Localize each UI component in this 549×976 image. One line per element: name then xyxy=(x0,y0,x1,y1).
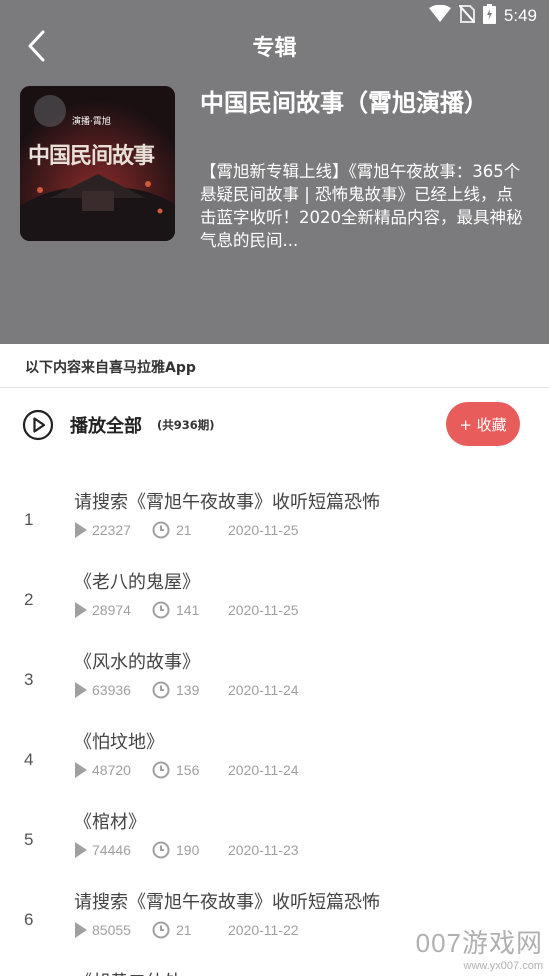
episode-date: 2020-11-25 xyxy=(228,602,299,618)
play-count-icon xyxy=(75,602,87,618)
comment-count: 139 xyxy=(176,682,200,698)
episode-title: 《老八的鬼屋》 xyxy=(74,572,200,593)
episode-date: 2020-11-23 xyxy=(228,842,299,858)
episode-number: 3 xyxy=(24,670,34,689)
play-count: 48720 xyxy=(92,762,131,778)
album-cover[interactable]: 演播·霄旭 中国民间故事 xyxy=(20,86,175,241)
episode-date: 2020-11-24 xyxy=(228,762,299,778)
episode-number: 1 xyxy=(24,510,34,529)
favorite-button[interactable]: + 收藏 xyxy=(446,402,520,446)
list-item[interactable]: 5 《棺材》 74446 190 2020-11-23 xyxy=(0,808,549,888)
clock-icon xyxy=(152,921,170,939)
play-count: 28974 xyxy=(92,602,131,618)
episode-title: 《怕坟地》 xyxy=(74,732,164,753)
episode-title: 《胡黄二仙处 xyxy=(74,968,182,976)
episode-count: (共936期) xyxy=(157,418,215,432)
play-count: 74446 xyxy=(92,842,131,858)
episode-number: 6 xyxy=(24,910,34,929)
episode-meta: 48720 156 2020-11-24 xyxy=(74,760,299,780)
play-count: 85055 xyxy=(92,922,131,938)
clock-icon xyxy=(152,681,170,699)
list-item[interactable]: 2 《老八的鬼屋》 28974 141 2020-11-25 xyxy=(0,568,549,648)
cover-badge: 演播·霄旭 xyxy=(72,117,111,127)
status-bar: 5:49 xyxy=(0,0,549,30)
episode-title: 《风水的故事》 xyxy=(74,652,200,673)
play-all-row: 播放全部 (共936期) + 收藏 xyxy=(0,388,549,460)
episode-number: 2 xyxy=(24,590,34,609)
source-bar: 以下内容来自喜马拉雅App xyxy=(0,344,549,388)
no-sim-icon xyxy=(458,4,476,27)
episode-meta: 28974 141 2020-11-25 xyxy=(74,600,299,620)
status-time: 5:49 xyxy=(503,6,537,25)
play-all-button[interactable]: 播放全部 xyxy=(70,412,142,438)
episode-meta: 22327 21 2020-11-25 xyxy=(74,520,299,540)
episode-number: 5 xyxy=(24,830,34,849)
comment-count: 141 xyxy=(176,602,200,618)
play-count-icon xyxy=(75,762,87,778)
play-count-icon xyxy=(75,522,87,538)
comment-count: 21 xyxy=(176,522,192,538)
episode-number: 4 xyxy=(24,750,34,769)
album-title: 中国民间故事（霄旭演播） xyxy=(200,89,488,117)
comment-count: 21 xyxy=(176,922,192,938)
play-count-icon xyxy=(75,682,87,698)
play-count: 22327 xyxy=(92,522,131,538)
play-count-icon xyxy=(75,842,87,858)
wifi-icon xyxy=(428,4,451,27)
comment-count: 190 xyxy=(176,842,200,858)
album-description: 【霄旭新专辑上线】《霄旭午夜故事：365个悬疑民间故事 | 恐怖鬼故事》已经上线… xyxy=(200,162,523,250)
cover-title: 中国民间故事 xyxy=(28,143,155,169)
list-item[interactable]: 1 请搜索《霄旭午夜故事》收听短篇恐怖 22327 21 2020-11-25 xyxy=(0,488,549,568)
episode-meta: 74446 190 2020-11-23 xyxy=(74,840,299,860)
page-title: 专辑 xyxy=(252,36,297,61)
episode-title: 《棺材》 xyxy=(74,812,146,833)
clock-icon xyxy=(152,601,170,619)
status-icons: 5:49 xyxy=(428,4,537,28)
episode-meta: 85055 21 2020-11-22 xyxy=(74,920,299,940)
play-count: 63936 xyxy=(92,682,131,698)
comment-count: 156 xyxy=(176,762,200,778)
battery-icon xyxy=(482,4,496,28)
watermark-logo: 007游戏网 xyxy=(415,928,543,958)
watermark-url: www.yx007.com xyxy=(463,960,543,972)
clock-icon xyxy=(152,841,170,859)
list-item[interactable]: 3 《风水的故事》 63936 139 2020-11-24 xyxy=(0,648,549,728)
episode-date: 2020-11-24 xyxy=(228,682,299,698)
episode-date: 2020-11-25 xyxy=(228,522,299,538)
episode-meta: 63936 139 2020-11-24 xyxy=(74,680,299,700)
episode-date: 2020-11-22 xyxy=(228,922,299,938)
clock-icon xyxy=(152,521,170,539)
watermark: 007游戏网 www.yx007.com xyxy=(416,923,543,972)
album-header: 5:49 专辑 演播·霄旭 中国民间故事 中国民间故事（霄旭演播） 【霄旭新专辑… xyxy=(0,0,549,344)
clock-icon xyxy=(152,761,170,779)
play-all-icon[interactable] xyxy=(22,409,54,441)
list-item[interactable]: 4 《怕坟地》 48720 156 2020-11-24 xyxy=(0,728,549,808)
play-count-icon xyxy=(75,922,87,938)
source-note: 以下内容来自喜马拉雅App xyxy=(25,360,196,376)
episode-title: 请搜索《霄旭午夜故事》收听短篇恐怖 xyxy=(74,892,380,913)
episode-title: 请搜索《霄旭午夜故事》收听短篇恐怖 xyxy=(74,492,380,513)
